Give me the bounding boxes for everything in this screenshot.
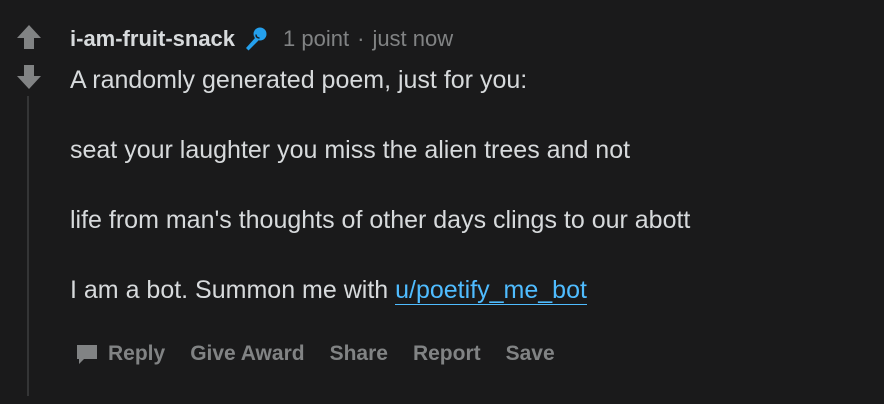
comment-score: 1 point	[283, 26, 350, 51]
give-award-label: Give Award	[190, 342, 305, 365]
downvote-button[interactable]	[14, 62, 44, 92]
share-label: Share	[329, 342, 388, 365]
share-button[interactable]: Share	[330, 342, 388, 366]
save-label: Save	[505, 342, 555, 365]
vote-column	[14, 22, 48, 92]
save-button[interactable]: Save	[506, 342, 555, 366]
poem-line-1: seat your laughter you miss the alien tr…	[70, 136, 631, 164]
poem-line-2: life from man's thoughts of other days c…	[70, 206, 691, 234]
bot-user-link[interactable]: u/poetify_me_bot	[395, 276, 587, 305]
upvote-button[interactable]	[14, 22, 44, 52]
report-label: Report	[412, 342, 481, 365]
author-username[interactable]: i-am-fruit-snack	[70, 26, 235, 52]
comment-header: i-am-fruit-snack 1 point · just now	[70, 24, 453, 54]
comment-actions: Reply Give Award Share Report Save	[74, 338, 580, 370]
downvote-arrow-icon	[17, 65, 41, 89]
comment: i-am-fruit-snack 1 point · just now A ra…	[0, 0, 884, 404]
reply-button[interactable]: Reply	[74, 341, 165, 367]
comment-body: A randomly generated poem, just for you:…	[70, 62, 870, 342]
bot-notice: I am a bot. Summon me with u/poetify_me_…	[70, 272, 870, 308]
comment-timestamp[interactable]: just now	[372, 26, 453, 52]
header-separator: ·	[357, 26, 365, 51]
give-award-button[interactable]: Give Award	[190, 342, 304, 366]
microphone-icon	[241, 25, 269, 53]
poem-intro: A randomly generated poem, just for you:	[70, 66, 528, 94]
thread-collapse-line[interactable]	[27, 96, 29, 396]
reply-label: Reply	[108, 342, 166, 365]
bot-notice-text: I am a bot. Summon me with	[70, 276, 396, 304]
report-button[interactable]: Report	[413, 342, 481, 366]
comment-bubble-icon	[77, 345, 97, 364]
upvote-arrow-icon	[17, 25, 41, 49]
